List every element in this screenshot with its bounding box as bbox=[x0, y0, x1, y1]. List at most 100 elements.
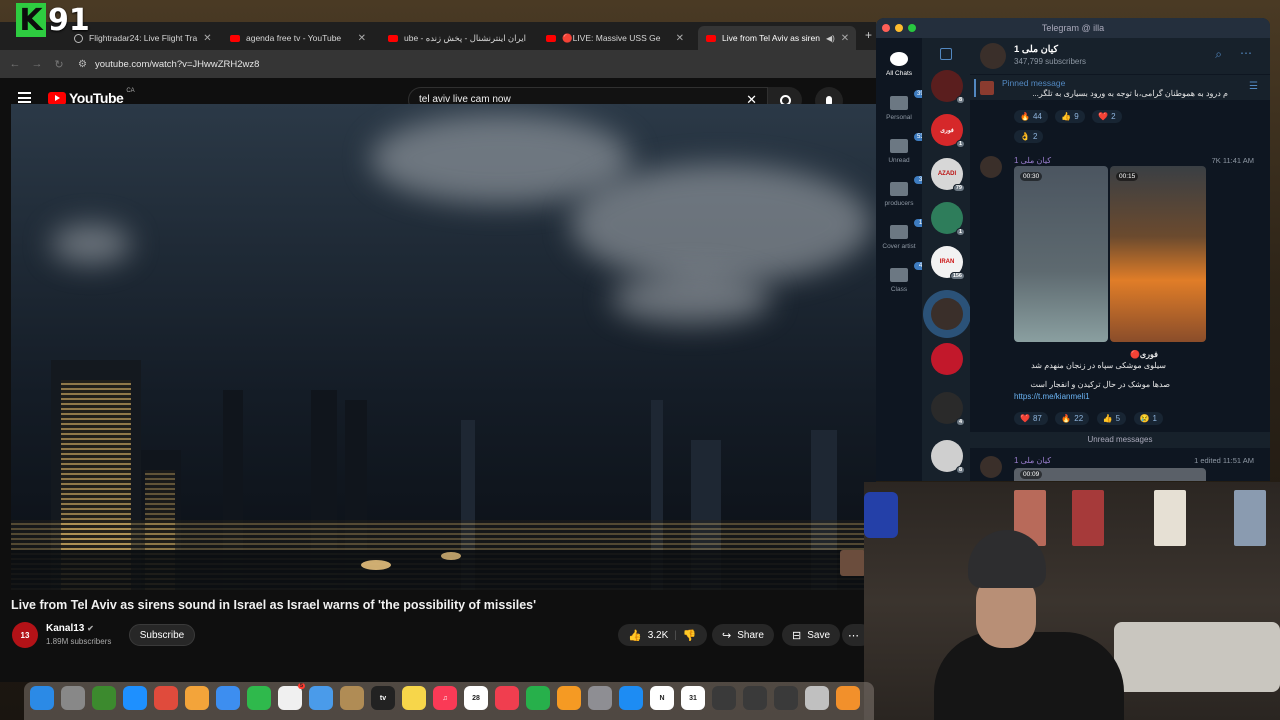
reaction-chip[interactable]: ❤️ 87 bbox=[1014, 412, 1048, 425]
mail-icon[interactable] bbox=[216, 686, 240, 710]
channel-avatar[interactable] bbox=[980, 43, 1006, 69]
finder-icon[interactable] bbox=[30, 686, 54, 710]
thumbs-down-icon[interactable]: 👎 bbox=[683, 629, 697, 642]
video-duration: 00:30 bbox=[1020, 172, 1043, 181]
news-icon[interactable] bbox=[495, 686, 519, 710]
app-icon[interactable] bbox=[836, 686, 860, 710]
message-avatar[interactable] bbox=[980, 156, 1002, 178]
more-icon[interactable]: ⋯ bbox=[1240, 46, 1252, 60]
tab-tel-aviv[interactable]: Live from Tel Aviv as siren ◀) ✕ bbox=[698, 26, 856, 50]
folder-class[interactable]: 4 Class bbox=[876, 262, 927, 293]
save-button[interactable]: ⊟ Save bbox=[782, 624, 841, 646]
reaction-chip[interactable]: 🔥 22 bbox=[1055, 412, 1090, 425]
music-icon[interactable]: ♫ bbox=[433, 686, 457, 710]
calendar-icon[interactable]: 28 bbox=[464, 686, 488, 710]
close-icon[interactable]: ✕ bbox=[676, 33, 684, 44]
compose-icon[interactable] bbox=[940, 48, 952, 60]
video-attachment[interactable]: 00:30 bbox=[1014, 166, 1108, 342]
site-settings-icon[interactable]: ⚙ bbox=[78, 59, 87, 70]
chat-item[interactable]: 1 bbox=[931, 202, 965, 236]
channel-avatar[interactable]: 13 bbox=[12, 622, 38, 648]
pages-icon[interactable] bbox=[557, 686, 581, 710]
app-icon[interactable] bbox=[743, 686, 767, 710]
video-attachment[interactable]: 00:15 bbox=[1110, 166, 1206, 342]
video-attachment[interactable]: 00:09 bbox=[1014, 468, 1206, 481]
chrome-icon[interactable] bbox=[154, 686, 178, 710]
facetime-icon[interactable] bbox=[247, 686, 271, 710]
forward-icon[interactable]: → bbox=[26, 58, 48, 70]
minimize-window-icon[interactable] bbox=[895, 24, 903, 32]
new-tab-icon[interactable]: + bbox=[865, 28, 872, 42]
numbers-icon[interactable] bbox=[526, 686, 550, 710]
tab-iran-international[interactable]: ube - ایران اینترنشنال - پخش زنده ✕ bbox=[380, 26, 532, 50]
app-icon[interactable] bbox=[712, 686, 736, 710]
folder-cover-artist[interactable]: 1 Cover artist bbox=[876, 219, 927, 250]
reaction-chip[interactable]: 😢 1 bbox=[1133, 412, 1163, 425]
youtube-icon bbox=[388, 34, 398, 42]
notion-icon[interactable]: N bbox=[650, 686, 674, 710]
message-link[interactable]: https://t.me/kianmeli1 bbox=[1014, 392, 1090, 401]
settings-icon[interactable] bbox=[588, 686, 612, 710]
folder-unread[interactable]: 538 Unread bbox=[876, 133, 931, 164]
pinned-message-bar[interactable]: Pinned message م درود به هموطنان گرامی،ب… bbox=[970, 74, 1270, 100]
chat-item[interactable]: 8 bbox=[931, 440, 965, 474]
search-icon[interactable]: ⌕ bbox=[1215, 47, 1222, 62]
subscribe-button[interactable]: Subscribe bbox=[129, 624, 195, 646]
close-icon[interactable]: ✕ bbox=[358, 33, 366, 44]
channel-header[interactable]: کیان ملی 1 347,799 subscribers ⌕ ⋯ bbox=[970, 38, 1270, 74]
notes-icon[interactable] bbox=[402, 686, 426, 710]
freeform-icon[interactable] bbox=[309, 686, 333, 710]
pin-list-icon[interactable]: ☰ bbox=[1249, 81, 1258, 92]
folder-all-chats[interactable]: All Chats bbox=[876, 52, 922, 77]
tab-label: Live from Tel Aviv as siren bbox=[722, 33, 820, 43]
url-field[interactable]: ⚙ youtube.com/watch?v=JHwwZRH2wz8 bbox=[78, 59, 259, 70]
reaction-chip[interactable]: 👌 2 bbox=[1014, 130, 1044, 143]
reminders-icon[interactable]: 5 bbox=[278, 683, 305, 710]
chat-avatar-text: IRAN bbox=[939, 259, 955, 265]
app-icon[interactable] bbox=[805, 686, 829, 710]
reaction-chip[interactable]: 🔥 44 bbox=[1014, 110, 1048, 123]
calendar-app-icon[interactable]: 31 bbox=[681, 686, 705, 710]
photos-icon[interactable] bbox=[185, 686, 209, 710]
tab-live-uss[interactable]: 🔴LIVE: Massive USS Ge ✕ bbox=[538, 26, 692, 50]
appstore-icon[interactable] bbox=[619, 686, 643, 710]
app-icon[interactable] bbox=[92, 686, 116, 710]
tab-label: agenda free tv - YouTube bbox=[246, 33, 342, 43]
app-icon[interactable] bbox=[340, 686, 364, 710]
unread-badge: 4 bbox=[955, 418, 965, 426]
back-icon[interactable]: ← bbox=[4, 58, 26, 70]
share-icon: ↪ bbox=[722, 629, 732, 642]
video-player[interactable] bbox=[11, 104, 876, 590]
chat-item-selected[interactable] bbox=[931, 298, 963, 330]
reload-icon[interactable]: ↻ bbox=[48, 58, 70, 71]
tab-agenda[interactable]: agenda free tv - YouTube ✕ bbox=[222, 26, 374, 50]
close-icon[interactable]: ✕ bbox=[203, 33, 211, 44]
close-window-icon[interactable] bbox=[882, 24, 890, 32]
chat-item[interactable]: 8 bbox=[931, 70, 965, 104]
channel-name[interactable]: Kanal13 ✔ bbox=[46, 623, 94, 634]
video-thumbnail[interactable] bbox=[840, 550, 866, 576]
like-button[interactable]: 👍 3.2K | 👎 bbox=[618, 624, 707, 646]
zoom-window-icon[interactable] bbox=[908, 24, 916, 32]
reaction-chip[interactable]: ❤️ 2 bbox=[1092, 110, 1122, 123]
chat-item[interactable] bbox=[931, 343, 963, 375]
tv-icon[interactable]: tv bbox=[371, 686, 395, 710]
close-icon[interactable]: ✕ bbox=[841, 33, 849, 44]
share-button[interactable]: ↪ Share bbox=[712, 624, 774, 646]
chat-item[interactable]: IRAN 156 bbox=[931, 246, 965, 280]
folder-personal[interactable]: 395 Personal bbox=[876, 90, 931, 121]
reaction-chip[interactable]: 👍 5 bbox=[1096, 412, 1127, 425]
folder-producers[interactable]: 3 producers bbox=[876, 176, 927, 207]
message-avatar[interactable] bbox=[980, 456, 1002, 478]
chat-item[interactable]: 4 bbox=[931, 392, 965, 426]
menu-icon[interactable] bbox=[18, 92, 31, 103]
speaker-icon[interactable]: ◀) bbox=[826, 34, 835, 43]
chat-item[interactable]: AZADI 79 bbox=[931, 158, 965, 192]
safari-icon[interactable] bbox=[123, 686, 147, 710]
launchpad-icon[interactable] bbox=[61, 686, 85, 710]
app-icon[interactable] bbox=[774, 686, 798, 710]
dock-icon-glyph: 31 bbox=[689, 694, 697, 702]
reaction-emoji: 👍 bbox=[1102, 414, 1113, 423]
chat-item[interactable]: فوری 1 bbox=[931, 114, 965, 148]
reaction-chip[interactable]: 👍 9 bbox=[1055, 110, 1085, 123]
